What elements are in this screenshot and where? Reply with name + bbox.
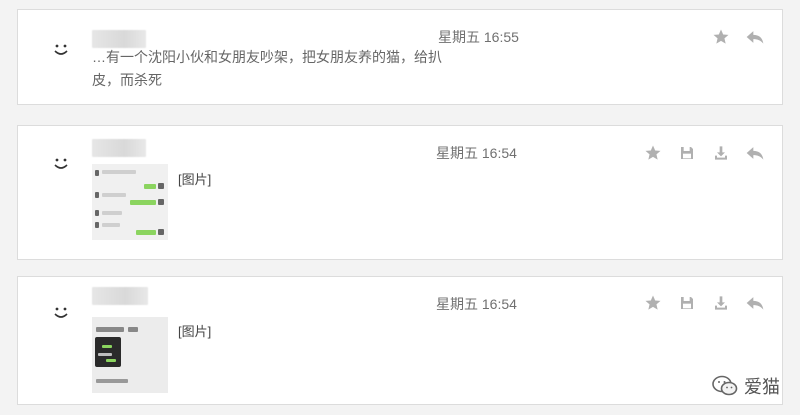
chat-bubble — [130, 200, 156, 205]
smiley-icon — [48, 299, 74, 325]
image-thumbnail[interactable] — [92, 317, 168, 393]
chat-bubble — [96, 327, 124, 332]
star-icon[interactable] — [636, 293, 670, 313]
chat-bubble — [102, 211, 122, 215]
chat-bubble — [106, 359, 116, 362]
reply-icon[interactable] — [738, 27, 772, 47]
chat-bubble — [95, 222, 99, 228]
message-text-line: 皮，而杀死 — [92, 72, 162, 88]
chat-bubble — [144, 184, 156, 189]
message-time: 星期五 16:54 — [436, 145, 517, 161]
chat-bubble — [102, 193, 126, 197]
reply-icon[interactable] — [738, 293, 772, 313]
save-icon[interactable] — [670, 143, 704, 163]
download-icon[interactable] — [704, 143, 738, 163]
message-text-line: …有一个沈阳小伙和女朋友吵架，把女朋友养的猫，给扒 — [92, 49, 442, 65]
message-card[interactable]: …有一个沈阳小伙和女朋友吵架，把女朋友养的猫，给扒 皮，而杀死 星期五 16:5… — [17, 9, 783, 105]
chat-bubble — [158, 199, 164, 205]
image-label: [图片] — [178, 172, 212, 187]
image-thumbnail[interactable] — [92, 164, 168, 240]
star-icon[interactable] — [636, 143, 670, 163]
download-icon[interactable] — [704, 293, 738, 313]
chat-bubble — [158, 183, 164, 189]
chat-bubble — [102, 223, 120, 227]
chat-bubble — [102, 345, 112, 348]
sender-name-blurred — [92, 139, 146, 157]
chat-bubble — [128, 327, 138, 332]
chat-bubble — [158, 229, 164, 235]
message-time: 星期五 16:54 — [436, 296, 517, 312]
message-card[interactable]: [图片] 星期五 16:54 — [17, 125, 783, 260]
chat-bubble — [95, 210, 99, 216]
save-icon[interactable] — [670, 293, 704, 313]
chat-bubble — [95, 192, 99, 198]
chat-bubble — [136, 230, 156, 235]
watermark-text: 爱猫 — [744, 377, 780, 397]
wechat-logo-icon — [712, 375, 738, 397]
phone-screenshot — [95, 337, 121, 367]
star-icon[interactable] — [704, 27, 738, 47]
chat-bubble — [96, 379, 128, 383]
message-time: 星期五 16:55 — [438, 29, 519, 45]
smiley-icon — [48, 150, 74, 176]
chat-bubble — [95, 170, 99, 176]
watermark: 爱猫 — [712, 373, 780, 399]
image-label: [图片] — [178, 324, 212, 339]
smiley-icon — [48, 36, 74, 62]
reply-icon[interactable] — [738, 143, 772, 163]
message-card[interactable]: [图片] 星期五 16:54 — [17, 276, 783, 405]
chat-bubble — [98, 353, 112, 356]
sender-name-blurred — [92, 287, 148, 305]
chat-bubble — [102, 170, 136, 174]
